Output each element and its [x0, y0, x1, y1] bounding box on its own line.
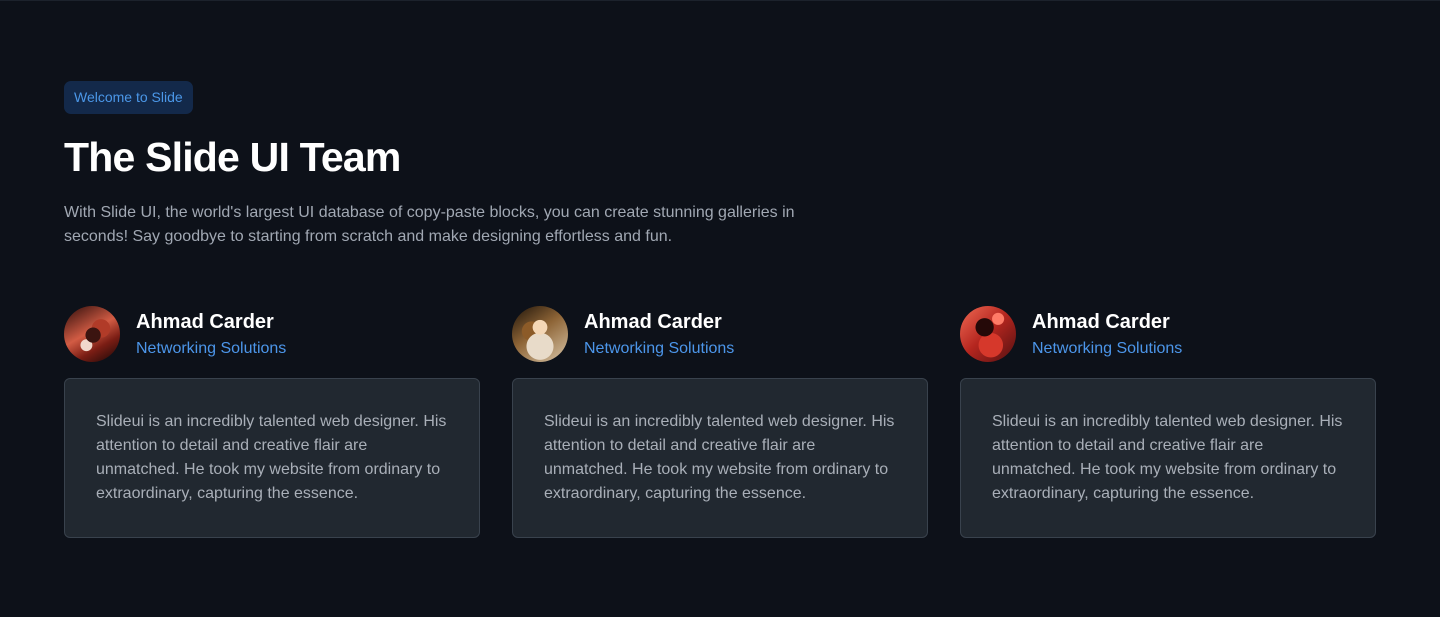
- team-section: Welcome to Slide The Slide UI Team With …: [0, 0, 1440, 617]
- avatar: [512, 305, 568, 362]
- testimonial-box: Slideui is an incredibly talented web de…: [960, 378, 1376, 538]
- testimonial-text: Slideui is an incredibly talented web de…: [992, 413, 1343, 502]
- avatar: [64, 305, 120, 362]
- team-member-card: Ahmad Carder Networking Solutions Slideu…: [64, 305, 480, 538]
- member-name: Ahmad Carder: [584, 310, 722, 333]
- testimonial-text: Slideui is an incredibly talented web de…: [96, 413, 447, 502]
- team-member-card: Ahmad Carder Networking Solutions Slideu…: [960, 305, 1376, 538]
- team-member-profile: Ahmad Carder Networking Solutions: [512, 305, 928, 362]
- team-member-profile: Ahmad Carder Networking Solutions: [64, 305, 480, 362]
- team-content: Welcome to Slide The Slide UI Team With …: [64, 81, 1376, 538]
- person-details: Ahmad Carder Networking Solutions: [1032, 309, 1182, 359]
- person-details: Ahmad Carder Networking Solutions: [584, 309, 734, 359]
- member-role: Networking Solutions: [1032, 339, 1183, 357]
- team-member-profile: Ahmad Carder Networking Solutions: [960, 305, 1376, 362]
- welcome-badge: Welcome to Slide: [64, 81, 193, 114]
- avatar: [960, 305, 1016, 362]
- testimonial-box: Slideui is an incredibly talented web de…: [64, 378, 480, 538]
- team-members: Ahmad Carder Networking Solutions Slideu…: [64, 305, 1376, 538]
- member-name: Ahmad Carder: [1032, 310, 1170, 333]
- member-role: Networking Solutions: [136, 339, 287, 357]
- section-description: With Slide UI, the world's largest UI da…: [64, 204, 795, 245]
- member-name: Ahmad Carder: [136, 310, 274, 333]
- testimonial-text: Slideui is an incredibly talented web de…: [544, 413, 895, 502]
- person-details: Ahmad Carder Networking Solutions: [136, 309, 286, 359]
- team-member-card: Ahmad Carder Networking Solutions Slideu…: [512, 305, 928, 538]
- member-role: Networking Solutions: [584, 339, 735, 357]
- testimonial-box: Slideui is an incredibly talented web de…: [512, 378, 928, 538]
- page-title: The Slide UI Team: [64, 134, 401, 180]
